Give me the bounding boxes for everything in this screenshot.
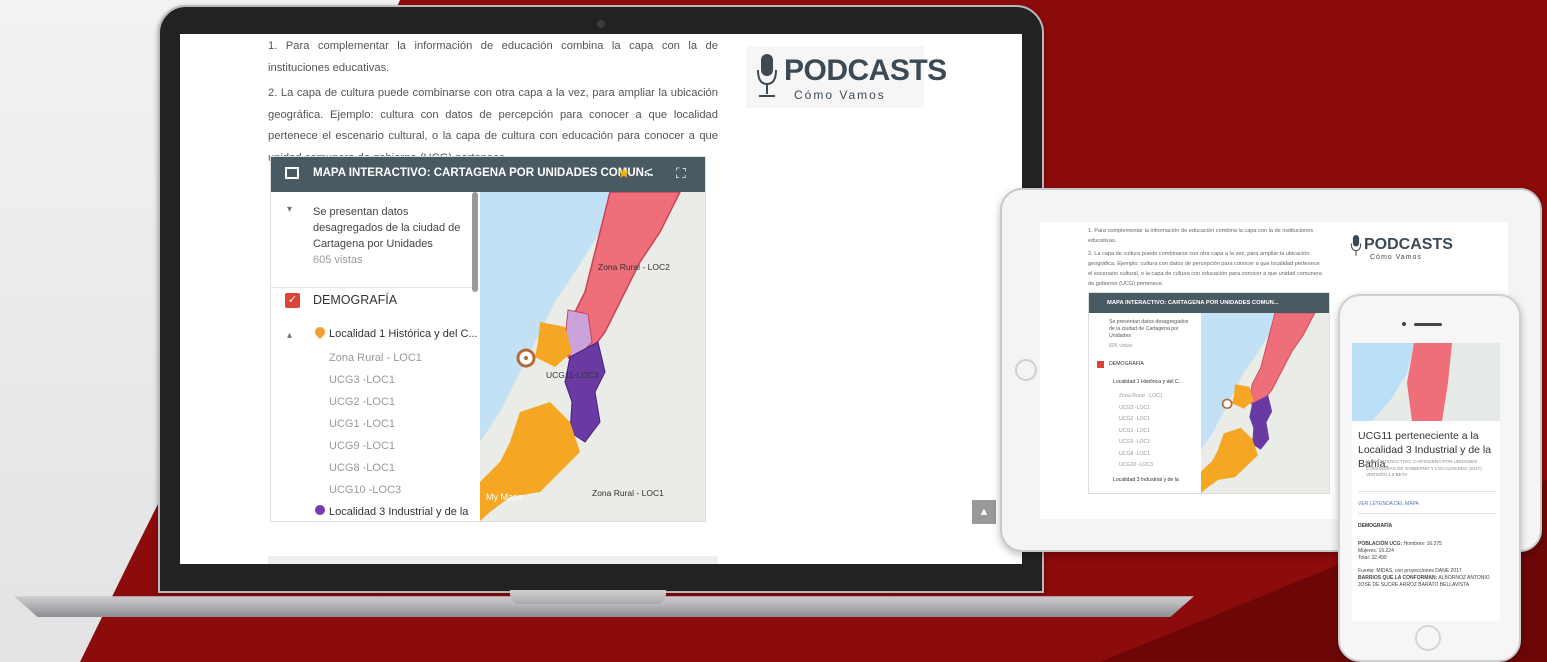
star-icon[interactable]: ★ bbox=[617, 164, 630, 182]
legend-group-localidad-3[interactable]: Localidad 3 Industrial y de la bbox=[329, 506, 468, 518]
fullscreen-icon[interactable]: ⛶ bbox=[676, 165, 686, 182]
tablet-home-button bbox=[1015, 359, 1037, 381]
page-footer-strip bbox=[268, 556, 718, 564]
share-icon[interactable]: < bbox=[644, 164, 653, 181]
phone-section-title: DEMOGRAFÍA bbox=[1358, 523, 1393, 529]
tablet-legend-group-1[interactable]: Localidad 1 Histórica y del C... bbox=[1113, 379, 1183, 385]
legend-item[interactable]: UCG10 -LOC3 bbox=[1119, 460, 1163, 472]
map-regions bbox=[480, 192, 705, 521]
tablet-paragraph-1: 1. Para complementar la información de e… bbox=[1088, 228, 1314, 244]
tablet-podcast-title: PODCASTS bbox=[1364, 236, 1453, 253]
phone-screen: UCG11 perteneciente a la Localidad 3 Ind… bbox=[1352, 343, 1500, 621]
layer-checkbox[interactable]: ✓ bbox=[285, 293, 300, 308]
divider bbox=[1358, 513, 1496, 514]
map-legend-panel: ▾ Se presentan datos desagregados de la … bbox=[271, 192, 479, 521]
podcast-title: PODCASTS bbox=[784, 54, 947, 87]
sidebar-toggle-icon[interactable] bbox=[285, 167, 299, 179]
legend-item[interactable]: UCG9 -LOC1 bbox=[329, 435, 422, 457]
chevron-up-icon[interactable]: ▴ bbox=[287, 330, 292, 341]
legend-group-localidad-1[interactable]: Localidad 1 Histórica y del C... bbox=[329, 328, 478, 340]
phone-feature-details: POBLACIÓN UCG: Hombres: 16.275 Mujeres: … bbox=[1358, 541, 1498, 589]
tablet-legend-panel: Se presentan datos desagregados de la ci… bbox=[1089, 313, 1201, 493]
legend-item[interactable]: UCG10 -LOC3 bbox=[329, 479, 422, 501]
tablet-map-description: Se presentan datos desagregados de la ci… bbox=[1109, 319, 1189, 339]
map-widget: MAPA INTERACTIVO: CARTAGENA POR UNIDADES… bbox=[270, 156, 706, 522]
poblacion-value: Hombres: 16.275 bbox=[1403, 541, 1442, 547]
podcast-banner[interactable]: PODCASTS Cómo Vamos bbox=[746, 46, 947, 108]
phone-map[interactable] bbox=[1352, 343, 1500, 421]
legend-item[interactable]: Zona Rural - LOC1 bbox=[1119, 391, 1163, 403]
tablet-map-views: 605 vistas bbox=[1109, 343, 1133, 349]
tablet-podcast-subtitle: Cómo Vamos bbox=[1370, 254, 1422, 261]
legend-item[interactable]: UCG2 -LOC1 bbox=[1119, 414, 1163, 426]
tablet-map-widget: MAPA INTERACTIVO: CARTAGENA POR UNIDADES… bbox=[1088, 292, 1330, 494]
fuente-text: Fuente: MIDAS, con proyecciones DANE 201… bbox=[1358, 568, 1462, 574]
map-title: MAPA INTERACTIVO: CARTAGENA POR UNIDADES… bbox=[313, 167, 654, 179]
tablet-article-body: 1. Para complementar la información de e… bbox=[1088, 226, 1324, 292]
layer-name: DEMOGRAFÍA bbox=[313, 293, 398, 307]
total-value: Total: 32.499 bbox=[1358, 555, 1387, 561]
legend-item[interactable]: UCG3 -LOC1 bbox=[1119, 403, 1163, 415]
map-description-text: Se presentan datos desagregados de la ci… bbox=[313, 206, 461, 250]
scroll-to-top-button[interactable]: ▲ bbox=[972, 500, 996, 524]
laptop-screen: 1. Para complementar la información de e… bbox=[180, 34, 1022, 564]
map-description: Se presentan datos desagregados de la ci… bbox=[313, 204, 473, 268]
barrios-label: BARRIOS QUE LA CONFORMAN: bbox=[1358, 575, 1438, 581]
phone-map-regions bbox=[1352, 343, 1500, 421]
phone-feature-subtitle: MAPA INTERACTIVO: CARTAGENA POR UNIDADES… bbox=[1366, 459, 1482, 477]
legend-item[interactable]: UCG9 -LOC1 bbox=[1119, 437, 1163, 449]
poblacion-label: POBLACIÓN UCG: bbox=[1358, 541, 1403, 547]
tablet-legend-items: Zona Rural - LOC1 UCG3 -LOC1 UCG2 -LOC1 … bbox=[1119, 391, 1163, 472]
legend-item[interactable]: UCG2 -LOC1 bbox=[329, 391, 422, 413]
tablet-map-canvas[interactable] bbox=[1201, 313, 1329, 493]
view-legend-link[interactable]: VER LEYENDA DEL MAPA bbox=[1358, 501, 1419, 507]
map-label-zona-rural: Zona Rural - LOC2 bbox=[598, 262, 670, 272]
phone-home-button bbox=[1415, 625, 1441, 651]
tablet-map-regions bbox=[1201, 313, 1316, 493]
map-label-zona-rural-loc1: Zona Rural - LOC1 bbox=[592, 488, 664, 498]
legend-item[interactable]: UCG8 -LOC1 bbox=[329, 457, 422, 479]
chevron-down-icon[interactable]: ▾ bbox=[287, 204, 292, 215]
map-pin-icon bbox=[315, 505, 325, 515]
scrollbar[interactable] bbox=[472, 192, 478, 292]
google-maps-logo: My Maps bbox=[486, 492, 523, 502]
divider bbox=[1358, 491, 1496, 492]
legend-item[interactable]: UCG1 -LOC1 bbox=[1119, 426, 1163, 438]
map-views: 605 vistas bbox=[313, 254, 363, 266]
article-paragraph-1: 1. Para complementar la información de e… bbox=[268, 40, 718, 74]
tablet-paragraph-2: 2. La capa de cultura puede combinarse c… bbox=[1088, 251, 1322, 287]
legend-item[interactable]: UCG3 -LOC1 bbox=[329, 369, 422, 391]
microphone-icon bbox=[1350, 235, 1362, 256]
divider bbox=[271, 287, 479, 288]
phone-speaker bbox=[1414, 323, 1442, 326]
podcast-subtitle: Cómo Vamos bbox=[794, 88, 886, 102]
legend-items: Zona Rural - LOC1 UCG3 -LOC1 UCG2 -LOC1 … bbox=[329, 347, 422, 501]
tablet-legend-group-2[interactable]: Localidad 3 Industrial y de la bbox=[1113, 477, 1179, 483]
legend-item[interactable]: Zona Rural - LOC1 bbox=[329, 347, 422, 369]
legend-item[interactable]: UCG1 -LOC1 bbox=[329, 413, 422, 435]
mujeres-value: Mujeres: 16.224 bbox=[1358, 548, 1394, 554]
microphone-icon bbox=[757, 54, 777, 97]
map-pin-icon bbox=[312, 324, 328, 340]
map-label-ucg11: UCG11-LOC3 bbox=[546, 370, 599, 380]
legend-item[interactable]: UCG8 -LOC1 bbox=[1119, 449, 1163, 461]
tablet-layer-name: DEMOGRAFÍA bbox=[1109, 361, 1144, 367]
tablet-map-title: MAPA INTERACTIVO: CARTAGENA POR UNIDADES… bbox=[1089, 293, 1329, 313]
layer-checkbox[interactable] bbox=[1097, 361, 1104, 368]
map-canvas[interactable]: Zona Rural - LOC2 UCG11-LOC3 Zona Rural … bbox=[480, 192, 705, 521]
camera-icon bbox=[597, 20, 605, 28]
map-header: MAPA INTERACTIVO: CARTAGENA POR UNIDADES… bbox=[271, 157, 705, 192]
article-body: 1. Para complementar la información de e… bbox=[268, 36, 718, 173]
phone-camera-icon bbox=[1402, 322, 1406, 326]
laptop-notch bbox=[510, 590, 666, 604]
